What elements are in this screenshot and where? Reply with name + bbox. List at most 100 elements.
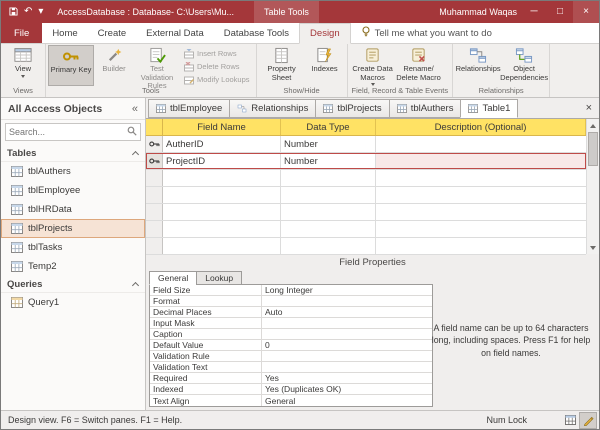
close-document-icon[interactable]: × <box>579 102 599 114</box>
modify-lookups-button[interactable]: Modify Lookups <box>180 73 254 86</box>
empty-field-row[interactable] <box>146 204 586 221</box>
sidebar-item-Temp2[interactable]: Temp2 <box>1 257 145 276</box>
relationships-button[interactable]: Relationships <box>455 45 501 86</box>
property-value[interactable]: Auto <box>262 307 432 317</box>
property-sheet-button[interactable]: Property Sheet <box>259 45 305 86</box>
design-view-button[interactable] <box>579 412 597 429</box>
sidebar-section-tables[interactable]: Tables <box>1 145 145 162</box>
primary-key-button[interactable]: Primary Key <box>48 45 94 86</box>
column-header-data-type[interactable]: Data Type <box>281 119 376 135</box>
column-header-description[interactable]: Description (Optional) <box>376 119 586 135</box>
tab-lookup[interactable]: Lookup <box>196 271 242 285</box>
scrollbar-thumb[interactable] <box>588 132 598 166</box>
tab-external-data[interactable]: External Data <box>136 23 214 43</box>
tab-general[interactable]: General <box>149 271 197 285</box>
sidebar-section-queries[interactable]: Queries <box>1 276 145 293</box>
empty-field-row[interactable] <box>146 170 586 187</box>
navigation-pane-header[interactable]: All Access Objects « <box>1 98 145 120</box>
grid-corner-cell[interactable] <box>146 119 163 135</box>
property-value[interactable] <box>262 296 432 306</box>
save-icon[interactable] <box>9 7 18 18</box>
tab-design[interactable]: Design <box>299 23 351 44</box>
property-value[interactable]: Long Integer <box>262 285 432 295</box>
maximize-button[interactable]: □ <box>547 1 573 23</box>
sidebar-item-Query1[interactable]: Query1 <box>1 293 145 312</box>
property-value[interactable] <box>262 318 432 328</box>
data-type-cell[interactable] <box>281 170 376 186</box>
sidebar-item-tblTasks[interactable]: tblTasks <box>1 238 145 257</box>
field-name-cell[interactable] <box>163 204 281 220</box>
doc-tab-tblAuthers[interactable]: tblAuthers <box>389 99 462 118</box>
description-cell[interactable] <box>376 238 586 254</box>
scrollbar-track[interactable] <box>587 132 599 241</box>
property-value[interactable] <box>262 362 432 372</box>
empty-field-row[interactable] <box>146 221 586 238</box>
field-name-cell[interactable]: AutherID <box>163 136 281 152</box>
search-icon[interactable] <box>127 126 137 138</box>
row-selector[interactable] <box>146 136 163 152</box>
data-type-cell[interactable] <box>281 238 376 254</box>
tab-database-tools[interactable]: Database Tools <box>214 23 299 43</box>
datasheet-view-button[interactable] <box>561 412 579 429</box>
minimize-button[interactable]: ─ <box>521 1 547 23</box>
scroll-down-arrow[interactable] <box>587 241 599 254</box>
field-name-cell[interactable] <box>163 170 281 186</box>
sidebar-item-tblHRData[interactable]: tblHRData <box>1 200 145 219</box>
row-selector[interactable] <box>146 204 163 220</box>
property-value[interactable]: Yes <box>262 373 432 383</box>
scroll-up-arrow[interactable] <box>587 119 599 132</box>
rename-delete-macro-button[interactable]: Rename/ Delete Macro <box>396 45 442 86</box>
property-value[interactable]: 0 <box>262 340 432 350</box>
tab-file[interactable]: File <box>1 23 42 43</box>
data-type-cell[interactable] <box>281 187 376 203</box>
description-cell[interactable] <box>376 221 586 237</box>
property-value[interactable]: General <box>262 395 432 406</box>
data-type-cell[interactable]: Number <box>281 136 376 152</box>
column-header-field-name[interactable]: Field Name <box>163 119 281 135</box>
description-cell[interactable] <box>376 204 586 220</box>
data-type-cell[interactable]: Number <box>281 153 376 169</box>
empty-field-row[interactable] <box>146 187 586 204</box>
sidebar-item-tblAuthers[interactable]: tblAuthers <box>1 162 145 181</box>
description-cell[interactable] <box>376 136 586 152</box>
field-name-cell[interactable]: ProjectID <box>163 153 281 169</box>
row-selector[interactable] <box>146 238 163 254</box>
delete-rows-button[interactable]: Delete Rows <box>180 60 254 73</box>
row-selector[interactable] <box>146 153 163 169</box>
tab-create[interactable]: Create <box>88 23 137 43</box>
doc-tab-table1[interactable]: Table1 <box>460 99 518 118</box>
doc-tab-relationships[interactable]: Relationships <box>229 99 316 118</box>
row-selector[interactable] <box>146 170 163 186</box>
field-name-cell[interactable] <box>163 238 281 254</box>
search-input[interactable] <box>9 127 127 137</box>
tab-home[interactable]: Home <box>42 23 87 43</box>
row-selector[interactable] <box>146 221 163 237</box>
description-cell[interactable] <box>376 153 586 169</box>
shutter-close-icon[interactable]: « <box>132 103 138 115</box>
doc-tab-tblEmployee[interactable]: tblEmployee <box>148 99 230 118</box>
field-row-autherid[interactable]: AutherID Number <box>146 136 586 153</box>
vertical-scrollbar[interactable] <box>586 119 599 254</box>
property-value[interactable] <box>262 351 432 361</box>
property-value[interactable] <box>262 329 432 339</box>
create-data-macros-button[interactable]: Create Data Macros <box>350 45 396 86</box>
sidebar-item-tblEmployee[interactable]: tblEmployee <box>1 181 145 200</box>
tell-me-box[interactable]: Tell me what you want to do <box>361 23 492 43</box>
qat-customize-icon[interactable]: ▾ <box>38 7 43 17</box>
description-cell[interactable] <box>376 187 586 203</box>
doc-tab-tblProjects[interactable]: tblProjects <box>315 99 389 118</box>
close-button[interactable]: × <box>573 1 599 23</box>
insert-rows-button[interactable]: Insert Rows <box>180 47 254 60</box>
field-name-cell[interactable] <box>163 221 281 237</box>
row-selector[interactable] <box>146 187 163 203</box>
data-type-cell[interactable] <box>281 221 376 237</box>
undo-icon[interactable]: ↶ <box>24 7 32 17</box>
sidebar-item-tblProjects[interactable]: tblProjects <box>1 219 145 238</box>
data-type-cell[interactable] <box>281 204 376 220</box>
view-button[interactable]: View <box>3 45 43 86</box>
empty-field-row[interactable] <box>146 238 586 255</box>
field-row-projectid[interactable]: ProjectID Number <box>146 153 586 170</box>
object-dependencies-button[interactable]: Object Dependencies <box>501 45 547 86</box>
description-cell[interactable] <box>376 170 586 186</box>
property-value[interactable]: Yes (Duplicates OK) <box>262 384 432 394</box>
